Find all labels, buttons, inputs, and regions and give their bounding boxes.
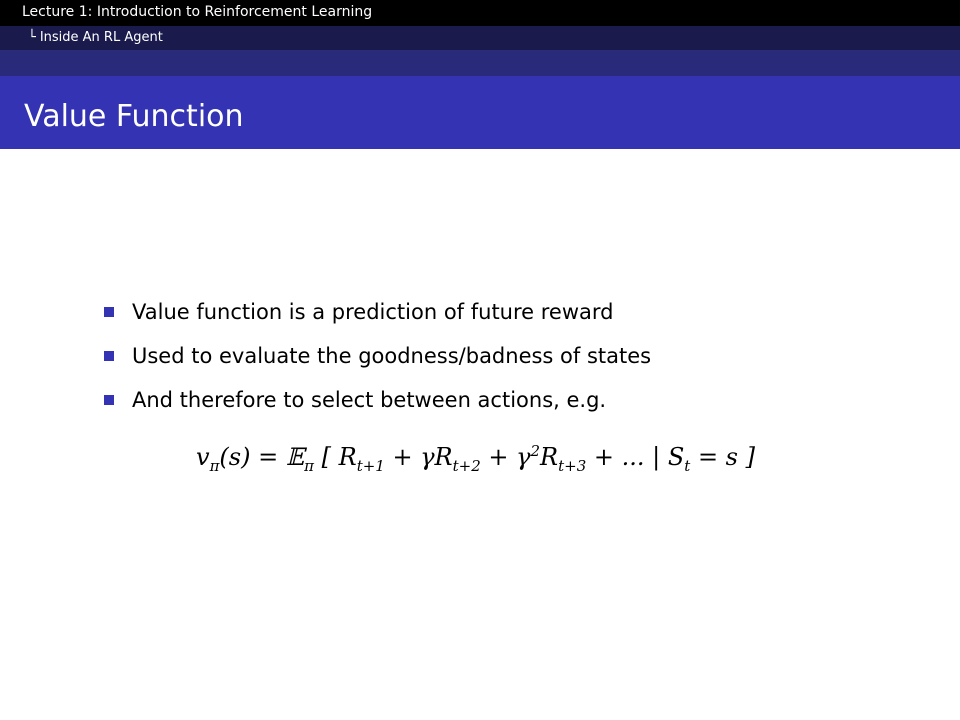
- bullet-text: Used to evaluate the goodness/badness of…: [132, 344, 652, 368]
- breadcrumb: └ Inside An RL Agent: [28, 30, 163, 45]
- bullet-text: Value function is a prediction of future…: [132, 300, 614, 324]
- slide-title-bar: Value Function: [0, 76, 960, 149]
- slide-title: Value Function: [24, 99, 244, 134]
- value-function-formula: vπ(s) = 𝔼π [ Rt+1 + γRt+2 + γ2Rt+3 + ...…: [196, 442, 755, 475]
- list-item: And therefore to select between actions,…: [104, 378, 924, 422]
- bullet-text: And therefore to select between actions,…: [132, 388, 607, 412]
- bullet-icon: [104, 351, 114, 361]
- lecture-title: Lecture 1: Introduction to Reinforcement…: [22, 4, 373, 20]
- section-title: Inside An RL Agent: [39, 30, 163, 45]
- header-band: [0, 50, 960, 76]
- top-header-bar: Lecture 1: Introduction to Reinforcement…: [0, 0, 960, 26]
- tree-branch-icon: └: [28, 30, 36, 45]
- list-item: Value function is a prediction of future…: [104, 290, 924, 334]
- bullet-icon: [104, 395, 114, 405]
- list-item: Used to evaluate the goodness/badness of…: [104, 334, 924, 378]
- section-header-bar: └ Inside An RL Agent: [0, 26, 960, 50]
- bullet-icon: [104, 307, 114, 317]
- bullet-list: Value function is a prediction of future…: [104, 290, 924, 422]
